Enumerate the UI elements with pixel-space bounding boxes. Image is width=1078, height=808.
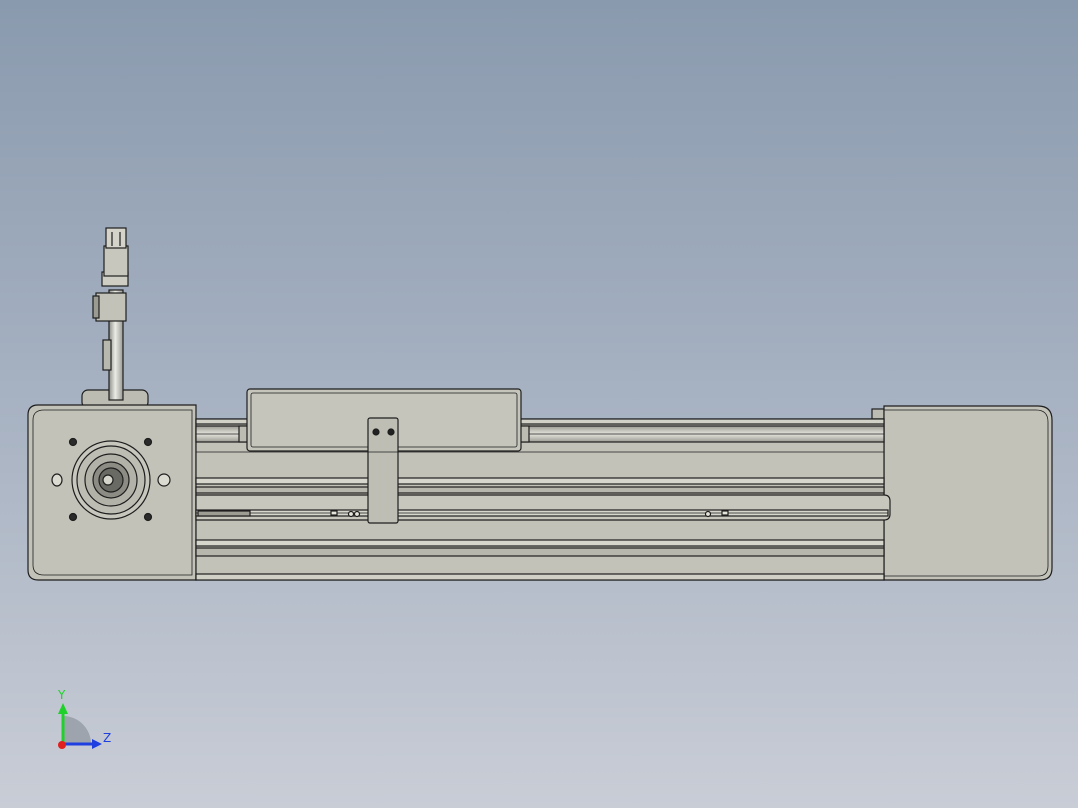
rod-bracket xyxy=(102,339,112,371)
profile-groove-2 xyxy=(195,486,885,494)
bracket-screw xyxy=(372,428,380,436)
profile-groove-4 xyxy=(195,547,885,557)
sensor-clip xyxy=(92,295,100,319)
side-hole xyxy=(51,473,63,487)
profile-groove-1 xyxy=(195,477,885,485)
side-hole xyxy=(157,473,171,487)
linear-module-model[interactable] xyxy=(0,0,1078,808)
connector-plug xyxy=(105,227,127,249)
slot-nut xyxy=(721,510,729,516)
y-axis-label: Y xyxy=(58,688,66,702)
bracket-screw xyxy=(387,428,395,436)
triad-plane xyxy=(63,716,91,744)
x-axis-dot xyxy=(58,741,66,749)
right-stop-block xyxy=(871,408,885,420)
sensor-block xyxy=(95,292,127,322)
z-axis-arrowhead xyxy=(92,739,102,749)
slot-nut xyxy=(330,510,338,516)
right-end-cap xyxy=(871,405,1053,581)
mount-screw xyxy=(143,512,153,522)
connector-housing xyxy=(103,245,129,277)
belt-clamp xyxy=(197,510,251,517)
y-axis-arrowhead xyxy=(58,703,68,714)
slot-nut xyxy=(704,510,712,518)
slot-nut xyxy=(347,510,355,518)
axis-triad xyxy=(58,703,102,749)
profile-groove-3 xyxy=(195,539,885,547)
mount-screw xyxy=(68,437,78,447)
slot-nut xyxy=(353,510,361,518)
left-end-cap xyxy=(27,404,197,581)
cad-viewport[interactable]: Y Z xyxy=(0,0,1078,808)
z-axis-label: Z xyxy=(103,731,112,745)
profile-bottom-edge xyxy=(195,573,885,581)
mount-screw xyxy=(68,512,78,522)
right-end-plate xyxy=(883,405,1053,581)
shaft-center xyxy=(102,474,114,486)
vertical-sensor-assembly xyxy=(81,227,149,409)
mount-screw xyxy=(143,437,153,447)
